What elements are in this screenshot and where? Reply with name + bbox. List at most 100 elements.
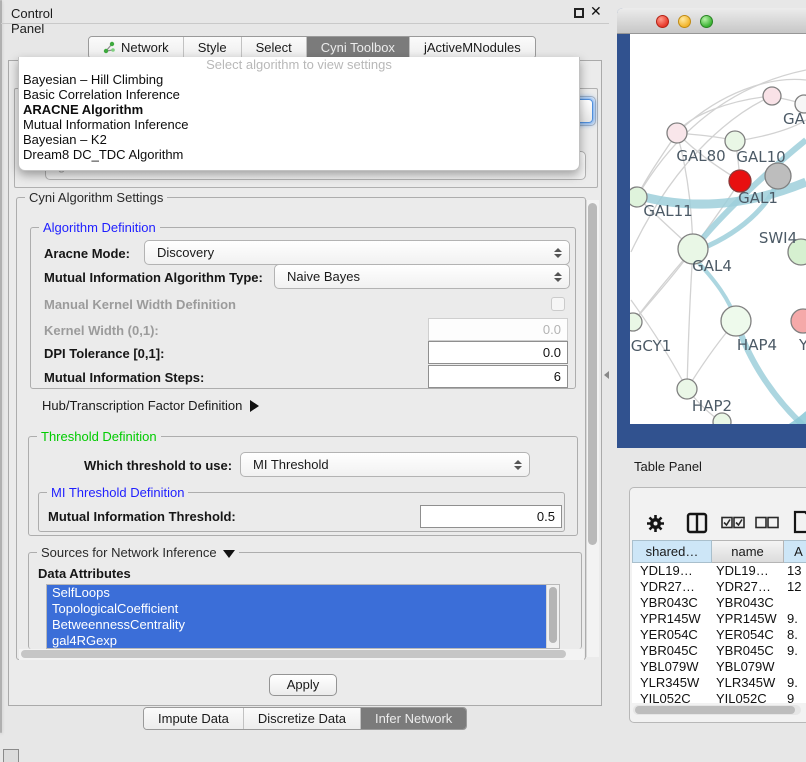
sources-expander[interactable]: Sources for Network Inference bbox=[37, 545, 239, 560]
column-header-partial[interactable]: A bbox=[784, 540, 806, 563]
popup-item-bayesian-hill-climbing[interactable]: Bayesian – Hill Climbing bbox=[19, 72, 579, 87]
aracne-mode-combobox[interactable]: Discovery bbox=[144, 240, 570, 265]
popup-item-dream8[interactable]: Dream8 DC_TDC Algorithm bbox=[19, 147, 579, 162]
network-labels: GAL GAL80 GAL10 GAL1 GAL11 GAL4 SWI4 GCY… bbox=[631, 110, 806, 415]
dpi-tolerance-label: DPI Tolerance [0,1]: bbox=[44, 346, 164, 361]
splitter-collapse-icon[interactable] bbox=[604, 371, 609, 379]
svg-text:Y: Y bbox=[798, 336, 806, 354]
svg-text:HAP2: HAP2 bbox=[692, 397, 732, 415]
table-header-row: shared… name A bbox=[632, 540, 806, 563]
tab-select[interactable]: Select bbox=[242, 37, 307, 58]
popup-item-bayesian-k2[interactable]: Bayesian – K2 bbox=[19, 132, 579, 147]
collapse-down-icon bbox=[223, 550, 235, 558]
node-hap2[interactable] bbox=[677, 379, 697, 399]
list-scrollbar[interactable] bbox=[546, 585, 559, 648]
manual-kernel-label: Manual Kernel Width Definition bbox=[44, 297, 236, 312]
manual-kernel-checkbox[interactable] bbox=[551, 297, 565, 311]
tab-style[interactable]: Style bbox=[184, 37, 242, 58]
tab-impute-data[interactable]: Impute Data bbox=[144, 708, 244, 729]
svg-text:HAP4: HAP4 bbox=[737, 336, 777, 354]
control-panel-tabs: Network Style Select Cyni Toolbox jActiv… bbox=[88, 36, 536, 59]
table-row: YBR043CYBR043C bbox=[632, 595, 806, 611]
float-icon[interactable] bbox=[574, 8, 584, 18]
table-row: YIL052CYIL052C9 bbox=[632, 691, 806, 703]
scrollbar-thumb[interactable] bbox=[635, 706, 795, 714]
network-canvas[interactable]: GAL GAL80 GAL10 GAL1 GAL11 GAL4 SWI4 GCY… bbox=[630, 34, 806, 424]
tab-cyni-toolbox[interactable]: Cyni Toolbox bbox=[307, 37, 410, 58]
chevron-updown-icon bbox=[514, 460, 522, 470]
data-attributes-list[interactable]: SelfLoops TopologicalCoefficient Between… bbox=[46, 584, 560, 649]
group-title: Threshold Definition bbox=[37, 429, 161, 444]
panel-title: Control Panel bbox=[11, 6, 53, 36]
column-header-shared[interactable]: shared… bbox=[632, 540, 712, 563]
svg-text:GAL80: GAL80 bbox=[676, 147, 725, 165]
mi-algorithm-type-combobox[interactable]: Naive Bayes bbox=[274, 264, 570, 289]
table-row: YLR345WYLR345W9. bbox=[632, 675, 806, 691]
zoom-traffic-light-icon[interactable] bbox=[700, 15, 713, 28]
node-gray[interactable] bbox=[765, 163, 791, 189]
svg-text:GAL10: GAL10 bbox=[736, 148, 785, 166]
popup-prompt: Select algorithm to view settings bbox=[19, 57, 579, 72]
dpi-tolerance-field[interactable]: 0.0 bbox=[428, 341, 568, 364]
which-threshold-label: Which threshold to use: bbox=[84, 458, 232, 473]
popup-item-basic-correlation[interactable]: Basic Correlation Inference bbox=[19, 87, 579, 102]
threshold-combobox[interactable]: MI Threshold bbox=[240, 452, 530, 477]
table-row: YBR045CYBR045C9. bbox=[632, 643, 806, 659]
list-item-selfloops[interactable]: SelfLoops bbox=[47, 585, 546, 601]
svg-text:GAL4: GAL4 bbox=[692, 257, 732, 275]
data-attributes-label: Data Attributes bbox=[38, 566, 131, 581]
svg-text:GAL11: GAL11 bbox=[643, 202, 692, 220]
network-edges bbox=[630, 70, 806, 424]
chevron-updown-icon bbox=[554, 248, 562, 258]
tab-jactivemnodules[interactable]: jActiveMNodules bbox=[410, 37, 535, 58]
kernel-width-field[interactable]: 0.0 bbox=[428, 318, 568, 341]
scrollbar-thumb[interactable] bbox=[549, 587, 557, 643]
control-panel-window: Control Panel ✕ bbox=[0, 0, 2, 733]
scrollbar-thumb[interactable] bbox=[21, 650, 566, 658]
panel-grip-icon[interactable] bbox=[3, 749, 19, 762]
tab-infer-network[interactable]: Infer Network bbox=[361, 708, 466, 729]
table-row: YBL079WYBL079W bbox=[632, 659, 806, 675]
algorithm-dropdown-popup: Select algorithm to view settings Bayesi… bbox=[18, 57, 580, 171]
group-title: Algorithm Definition bbox=[39, 220, 160, 235]
network-icon bbox=[103, 41, 116, 54]
table-body[interactable]: YDL19…YDL19…13 YDR27…YDR27…12 YBR043CYBR… bbox=[632, 563, 806, 703]
node-salmon-right[interactable] bbox=[791, 309, 806, 333]
tab-discretize-data[interactable]: Discretize Data bbox=[244, 708, 361, 729]
hub-definition-expander[interactable]: Hub/Transcription Factor Definition bbox=[42, 398, 259, 413]
mi-steps-label: Mutual Information Steps: bbox=[44, 370, 204, 385]
expand-right-icon[interactable] bbox=[250, 400, 259, 412]
group-title: Cyni Algorithm Settings bbox=[25, 190, 167, 205]
svg-text:GAL: GAL bbox=[783, 110, 806, 128]
tab-network[interactable]: Network bbox=[89, 37, 184, 58]
group-title: MI Threshold Definition bbox=[47, 485, 188, 500]
list-item-gal4rgexp[interactable]: gal4RGexp bbox=[47, 633, 546, 649]
apply-button[interactable]: Apply bbox=[269, 674, 337, 696]
mi-type-label: Mutual Information Algorithm Type: bbox=[44, 270, 263, 285]
list-item-topologicalcoefficient[interactable]: TopologicalCoefficient bbox=[47, 601, 546, 617]
table-row: YPR145WYPR145W9. bbox=[632, 611, 806, 627]
close-traffic-light-icon[interactable] bbox=[656, 15, 669, 28]
mi-threshold-field[interactable]: 0.5 bbox=[420, 505, 562, 528]
node-gal80[interactable] bbox=[667, 123, 687, 143]
split-columns-icon[interactable] bbox=[686, 512, 708, 534]
chevron-updown-icon bbox=[554, 272, 562, 282]
svg-text:GCY1: GCY1 bbox=[631, 337, 672, 355]
scrollbar-thumb[interactable] bbox=[588, 203, 597, 545]
list-item-betweennesscentrality[interactable]: BetweennessCentrality bbox=[47, 617, 546, 633]
gear-icon[interactable] bbox=[646, 514, 665, 533]
table-panel-title: Table Panel bbox=[634, 459, 702, 474]
popup-item-mutual-information[interactable]: Mutual Information Inference bbox=[19, 117, 579, 132]
node-gcy1[interactable] bbox=[630, 313, 642, 331]
checked-boxes-icon[interactable] bbox=[721, 516, 745, 529]
mi-steps-field[interactable]: 6 bbox=[428, 365, 568, 388]
popup-item-aracne[interactable]: ARACNE Algorithm bbox=[19, 102, 579, 117]
node-hap4[interactable] bbox=[721, 306, 751, 336]
minimize-traffic-light-icon[interactable] bbox=[678, 15, 691, 28]
close-icon[interactable]: ✕ bbox=[590, 3, 602, 20]
document-icon[interactable] bbox=[793, 510, 806, 534]
node-pink-top[interactable] bbox=[763, 87, 781, 105]
aracne-mode-label: Aracne Mode: bbox=[44, 246, 130, 261]
column-header-name[interactable]: name bbox=[712, 540, 784, 563]
unchecked-boxes-icon[interactable] bbox=[755, 516, 779, 529]
